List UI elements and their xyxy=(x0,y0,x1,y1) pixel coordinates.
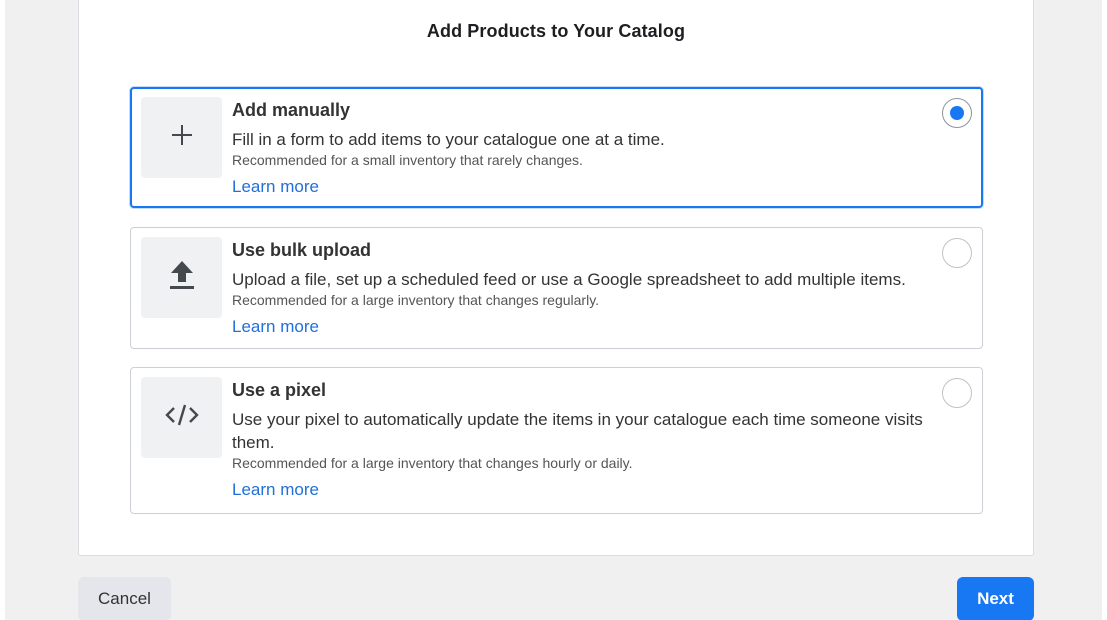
option-icon-box xyxy=(141,237,222,318)
left-edge xyxy=(0,0,5,620)
option-recommendation: Recommended for a small inventory that r… xyxy=(232,152,583,168)
learn-more-link[interactable]: Learn more xyxy=(232,480,319,500)
dialog-title: Add Products to Your Catalog xyxy=(426,21,686,41)
option-recommendation: Recommended for a large inventory that c… xyxy=(232,455,633,471)
code-icon xyxy=(164,403,199,432)
upload-icon xyxy=(169,260,195,295)
plus-icon xyxy=(171,124,193,151)
option-title: Add manually xyxy=(232,100,351,120)
radio-add-manually[interactable] xyxy=(942,98,972,128)
option-icon-box xyxy=(141,377,222,458)
learn-more-link[interactable]: Learn more xyxy=(232,317,319,337)
option-recommendation: Recommended for a large inventory that c… xyxy=(232,292,600,308)
option-use-pixel[interactable]: Use a pixel Use your pixel to automatica… xyxy=(130,367,983,514)
option-icon-box xyxy=(141,97,222,178)
option-description: Fill in a form to add items to your cata… xyxy=(232,130,665,149)
radio-selected-dot xyxy=(950,106,964,120)
radio-bulk-upload[interactable] xyxy=(942,238,972,268)
option-description: Use your pixel to automatically update t… xyxy=(232,410,923,452)
option-add-manually[interactable]: Add manually Fill in a form to add items… xyxy=(130,87,983,208)
right-edge xyxy=(1102,0,1107,620)
option-title: Use bulk upload xyxy=(232,240,372,260)
option-description: Upload a file, set up a scheduled feed o… xyxy=(232,270,906,289)
option-title: Use a pixel xyxy=(232,380,327,400)
catalog-dialog-panel: Add Products to Your Catalog Add manuall… xyxy=(78,0,1034,556)
radio-use-pixel[interactable] xyxy=(942,378,972,408)
option-bulk-upload[interactable]: Use bulk upload Upload a file, set up a … xyxy=(130,227,983,349)
learn-more-link[interactable]: Learn more xyxy=(232,177,319,197)
next-button[interactable]: Next xyxy=(957,577,1034,620)
cancel-button[interactable]: Cancel xyxy=(78,577,171,620)
